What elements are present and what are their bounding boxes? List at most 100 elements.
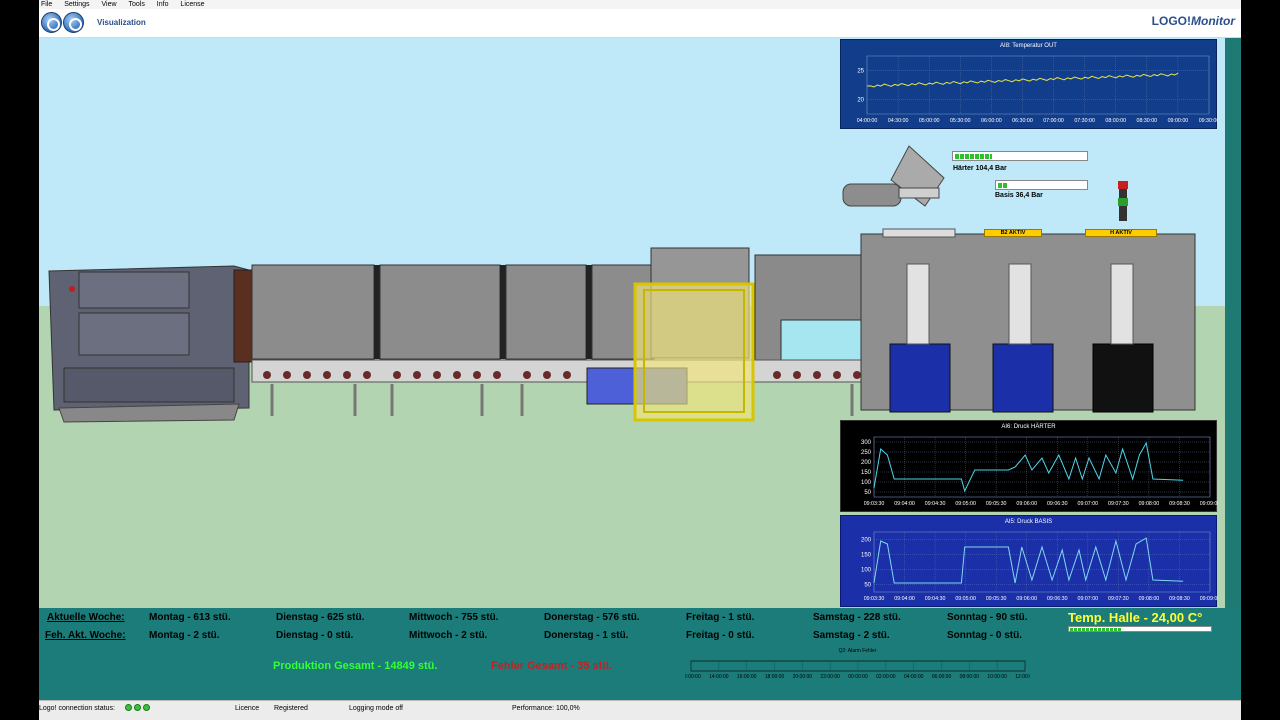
error-sunday: Sonntag - 0 stü. <box>947 630 1022 641</box>
x-tick-label: 09:09:00 <box>1200 501 1218 507</box>
haerter-pressure-gauge <box>952 151 1088 161</box>
menu-settings[interactable]: Settings <box>64 1 89 8</box>
x-tick-label: 04:00:00 <box>904 674 924 680</box>
menu-bar: File Settings View Tools Info License <box>39 0 1241 9</box>
pressure-basis-plot: 09:03:30 09:04:00 09:04:30 09:05:00 09:05:30… <box>861 531 1218 602</box>
b2-active-tag: B2 AKTIV <box>984 229 1042 237</box>
menu-info[interactable]: Info <box>157 1 169 8</box>
x-tick-label: 09:05:30 <box>986 501 1007 507</box>
x-tick-label: 20:00:00 <box>793 674 813 680</box>
x-tick-label: 09:05:00 <box>955 596 976 602</box>
pressure-haerter-chart: AI6: Druck HÄRTER 09:03:30 09:04:00 09:04:… <box>840 420 1218 512</box>
x-tick-label: 07:00:00 <box>1043 118 1064 124</box>
refresh-button[interactable] <box>63 12 84 33</box>
production-total: Produktion Gesamt - 14849 stü. <box>273 660 438 672</box>
x-tick-label: 04:00:00 <box>857 118 878 124</box>
x-tick-label: 05:00:00 <box>919 118 940 124</box>
conveyor-cabinets <box>251 247 872 369</box>
menu-file[interactable]: File <box>41 1 52 8</box>
connection-status-label: Logo! connection status: <box>39 705 115 712</box>
error-monday: Montag - 2 stü. <box>149 630 220 641</box>
x-tick-label: 09:07:30 <box>1108 501 1129 507</box>
x-tick-label: 09:04:30 <box>925 596 946 602</box>
logging-mode-label: Logging mode off <box>349 705 403 712</box>
x-tick-label: 09:04:30 <box>925 501 946 507</box>
current-wednesday: Mittwoch - 755 stü. <box>409 612 499 623</box>
current-sunday: Sonntag - 90 stü. <box>947 612 1028 623</box>
current-friday: Freitag - 1 stü. <box>686 612 755 623</box>
hall-temperature-bar <box>1068 626 1212 632</box>
y-tick-label: 50 <box>864 490 871 496</box>
error-thursday: Donerstag - 1 stü. <box>544 630 629 641</box>
cylinder-assembly <box>842 145 945 207</box>
x-tick-label: 02:00:00 <box>876 674 896 680</box>
x-tick-label: 09:00:00 <box>1168 118 1189 124</box>
hall-temperature-fill <box>1070 628 1122 631</box>
current-monday: Montag - 613 stü. <box>149 612 231 623</box>
performance-label: Performance: 100,0% <box>512 705 580 712</box>
basis-gauge-fill <box>998 183 1007 188</box>
roller-conveyor <box>251 359 875 416</box>
basis-pressure-gauge <box>995 180 1088 190</box>
menu-license[interactable]: License <box>180 1 204 8</box>
y-tick-label: 250 <box>861 450 872 456</box>
x-tick-label: 09:08:00 <box>1139 501 1160 507</box>
app-window: File Settings View Tools Info License Vi… <box>39 0 1241 720</box>
hall-temperature: Temp. Halle - 24,00 C° <box>1068 610 1203 625</box>
x-tick-label: 06:00:00 <box>981 118 1002 124</box>
x-tick-label: 08:00:00 <box>960 674 980 680</box>
x-tick-label: 22:00:00 <box>820 674 840 680</box>
status-led-icon <box>125 704 132 711</box>
h-active-tag: H AKTIV <box>1085 229 1157 237</box>
plot-area <box>866 55 1210 115</box>
x-tick-label: 06:30:00 <box>1012 118 1033 124</box>
current-week-label: Aktuelle Woche: <box>47 612 125 623</box>
x-tick-label: 09:07:00 <box>1078 501 1099 507</box>
x-tick-label: 09:05:30 <box>986 596 1007 602</box>
plot-area <box>873 436 1211 498</box>
x-tick-label: 09:06:30 <box>1047 596 1068 602</box>
status-led-icon <box>143 704 150 711</box>
error-tuesday: Dienstag - 0 stü. <box>276 630 354 641</box>
error-week-label: Feh. Akt. Woche: <box>45 630 126 641</box>
x-tick-label: 08:30:00 <box>1137 118 1158 124</box>
licence-label: Licence <box>235 705 260 712</box>
connection-indicators <box>125 704 152 713</box>
pressure-basis-chart: AI5: Druck BASIS 09:03:30 09:04:00 09:04:3… <box>840 515 1218 607</box>
temperature-chart: AI8: Temperatur OUT 04:00:00 04:30:00 05:0… <box>840 39 1218 129</box>
x-tick-label: 09:05:00 <box>955 501 976 507</box>
loader-machine <box>48 265 255 423</box>
status-led-icon <box>134 704 141 711</box>
x-tick-label: 09:07:30 <box>1108 596 1129 602</box>
haerter-gauge-fill <box>955 154 992 159</box>
basis-pressure-label: Basis 36,4 Bar <box>995 192 1043 199</box>
x-tick-label: 08:00:00 <box>1105 118 1126 124</box>
x-tick-label: 09:09:00 <box>1200 596 1218 602</box>
y-tick-label: 25 <box>857 69 864 75</box>
x-tick-label: 09:04:00 <box>894 501 915 507</box>
alarm-chart-plot: 12:00:00 14:00:00 16:00:00 18:00:00 20:00:00… <box>685 660 1030 680</box>
view-title: Visualization <box>97 18 146 27</box>
x-tick-label: 00:00:00 <box>848 674 868 680</box>
menu-tools[interactable]: Tools <box>128 1 144 8</box>
x-tick-label: 06:00:00 <box>932 674 952 680</box>
menu-view[interactable]: View <box>101 1 116 8</box>
x-tick-label: 09:03:30 <box>864 596 885 602</box>
pressure-haerter-plot: 09:03:30 09:04:00 09:04:30 09:05:00 09:05:30… <box>861 436 1218 507</box>
y-tick-label: 50 <box>864 583 871 589</box>
y-tick-label: 150 <box>861 553 872 559</box>
x-tick-label: 09:06:30 <box>1047 501 1068 507</box>
x-tick-label: 09:07:00 <box>1078 596 1099 602</box>
safety-cage <box>633 282 755 422</box>
error-total: Fehler Gesamt - 35 stü. <box>491 660 613 672</box>
x-tick-label: 16:00:00 <box>737 674 757 680</box>
current-tuesday: Dienstag - 625 stü. <box>276 612 365 623</box>
error-friday: Freitag - 0 stü. <box>686 630 755 641</box>
x-tick-label: 09:03:30 <box>864 501 885 507</box>
x-tick-label: 10:00:00 <box>987 674 1007 680</box>
x-tick-label: 18:00:00 <box>765 674 785 680</box>
right-side-bar <box>1225 38 1241 608</box>
y-tick-label: 300 <box>861 440 872 446</box>
pause-button[interactable] <box>41 12 62 33</box>
y-tick-label: 20 <box>857 98 864 104</box>
